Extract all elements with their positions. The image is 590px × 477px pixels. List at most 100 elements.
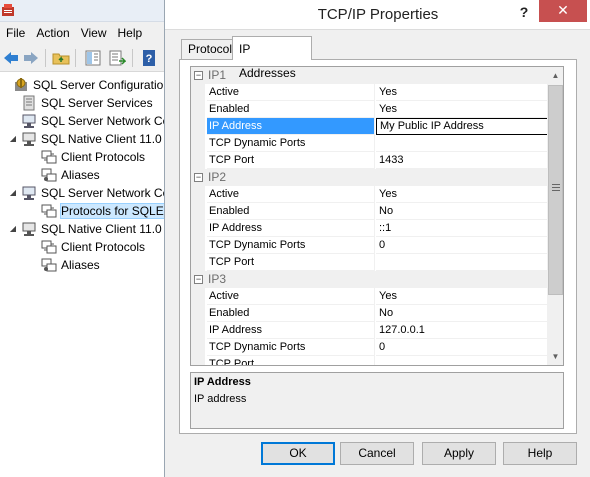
property-row[interactable]: IP Address My Public IP Address bbox=[191, 118, 547, 135]
property-name[interactable]: TCP Port bbox=[207, 254, 375, 271]
tab-ip-addresses[interactable]: IP Addresses bbox=[232, 36, 312, 80]
menu-view[interactable]: View bbox=[75, 22, 112, 44]
property-row[interactable]: TCP Port 1433 bbox=[191, 152, 547, 169]
property-value[interactable]: No bbox=[376, 305, 547, 322]
property-name[interactable]: TCP Dynamic Ports bbox=[207, 237, 375, 254]
property-name[interactable]: TCP Port bbox=[207, 356, 375, 365]
tree-item[interactable]: Aliases bbox=[28, 166, 100, 184]
tree-item[interactable]: Protocols for SQLEXPRESS bbox=[28, 202, 180, 220]
protocols-icon bbox=[41, 150, 57, 164]
description-pane: IP Address IP address bbox=[190, 372, 564, 429]
property-row[interactable]: TCP Port bbox=[191, 254, 547, 271]
property-name[interactable]: Enabled bbox=[207, 203, 375, 220]
tree-item[interactable]: Client Protocols bbox=[28, 148, 145, 166]
property-row[interactable]: Active Yes bbox=[191, 84, 547, 101]
property-row[interactable]: Enabled No bbox=[191, 203, 547, 220]
expand-collapse-icon[interactable]: ◢ bbox=[8, 188, 18, 198]
scroll-up-arrow-icon[interactable]: ▲ bbox=[547, 67, 563, 84]
tree-item[interactable]: SQL Server Configuration Manager (Local) bbox=[0, 76, 180, 94]
property-value[interactable]: Yes bbox=[376, 101, 547, 118]
export-list-icon[interactable] bbox=[108, 49, 126, 67]
property-value[interactable]: 0 bbox=[376, 339, 547, 356]
tree-item-label: SQL Native Client 11.0 Configuration bbox=[41, 222, 180, 236]
property-name[interactable]: Enabled bbox=[207, 305, 375, 322]
property-value[interactable]: ::1 bbox=[376, 220, 547, 237]
close-button[interactable]: ✕ bbox=[539, 0, 587, 22]
up-folder-icon[interactable] bbox=[52, 49, 70, 67]
scrollbar-thumb[interactable] bbox=[548, 85, 563, 295]
property-category[interactable]: − IP2 bbox=[191, 169, 547, 186]
property-row[interactable]: Enabled Yes bbox=[191, 101, 547, 118]
menu-file[interactable]: File bbox=[0, 22, 30, 44]
property-name[interactable]: IP Address bbox=[207, 220, 375, 237]
property-value[interactable]: Yes bbox=[376, 288, 547, 305]
property-row[interactable]: TCP Dynamic Ports bbox=[191, 135, 547, 152]
context-help-button[interactable]: ? bbox=[511, 1, 537, 23]
property-value[interactable]: No bbox=[376, 203, 547, 220]
property-value[interactable]: 1433 bbox=[376, 152, 547, 169]
back-arrow-icon[interactable] bbox=[2, 49, 20, 67]
scroll-down-arrow-icon[interactable]: ▼ bbox=[547, 348, 563, 365]
property-name[interactable]: Enabled bbox=[207, 101, 375, 118]
row-gutter bbox=[191, 339, 205, 356]
help-button[interactable]: Help bbox=[503, 442, 577, 465]
menu-bar: File Action View Help bbox=[0, 22, 180, 44]
cancel-button[interactable]: Cancel bbox=[340, 442, 414, 465]
property-name[interactable]: Active bbox=[207, 84, 375, 101]
property-row[interactable]: Active Yes bbox=[191, 288, 547, 305]
row-gutter bbox=[191, 101, 205, 118]
row-gutter bbox=[191, 118, 205, 135]
property-name[interactable]: TCP Port bbox=[207, 152, 375, 169]
tree-item-label: SQL Server Network Configuration bbox=[41, 186, 180, 200]
help-book-icon[interactable]: ? bbox=[140, 49, 158, 67]
aliases-icon bbox=[41, 168, 57, 182]
tree-item[interactable]: ◢ SQL Native Client 11.0 Configuration (3… bbox=[8, 130, 180, 148]
property-name[interactable]: Active bbox=[207, 186, 375, 203]
property-value[interactable]: Yes bbox=[376, 186, 547, 203]
property-name[interactable]: TCP Dynamic Ports bbox=[207, 339, 375, 356]
show-hide-tree-icon[interactable] bbox=[84, 49, 102, 67]
property-row[interactable]: TCP Dynamic Ports 0 bbox=[191, 237, 547, 254]
property-row[interactable]: Active Yes bbox=[191, 186, 547, 203]
apply-button[interactable]: Apply bbox=[422, 442, 496, 465]
tree-item[interactable]: Aliases bbox=[28, 256, 100, 274]
property-name[interactable]: Active bbox=[207, 288, 375, 305]
property-row[interactable]: IP Address::1 bbox=[191, 220, 547, 237]
vertical-scrollbar[interactable]: ▲ ▼ bbox=[547, 67, 563, 365]
expand-collapse-icon[interactable]: ◢ bbox=[8, 224, 18, 234]
property-name[interactable]: TCP Dynamic Ports bbox=[207, 135, 375, 152]
property-row[interactable]: TCP Dynamic Ports 0 bbox=[191, 339, 547, 356]
tab-protocol[interactable]: Protocol bbox=[181, 39, 233, 59]
property-value[interactable] bbox=[376, 254, 547, 271]
expand-collapse-icon[interactable]: ◢ bbox=[8, 134, 18, 144]
tree-item[interactable]: SQL Server Services bbox=[8, 94, 153, 112]
network-config-icon bbox=[22, 186, 36, 200]
tree-item[interactable]: ◢ SQL Server Network Configuration bbox=[8, 184, 180, 202]
property-value[interactable]: 0 bbox=[376, 237, 547, 254]
forward-arrow-icon[interactable] bbox=[22, 49, 40, 67]
collapse-icon[interactable]: − bbox=[194, 275, 203, 284]
property-row[interactable]: IP Address 127.0.0.1 bbox=[191, 322, 547, 339]
property-row[interactable]: Enabled No bbox=[191, 305, 547, 322]
property-value[interactable]: Yes bbox=[376, 84, 547, 101]
collapse-icon[interactable]: − bbox=[194, 173, 203, 182]
property-value[interactable] bbox=[376, 135, 547, 152]
tree-item[interactable]: ◢ SQL Native Client 11.0 Configuration bbox=[8, 220, 180, 238]
tree-item-label: Aliases bbox=[61, 168, 100, 182]
tree-item[interactable]: SQL Server Network Configuration (32bit) bbox=[8, 112, 180, 130]
property-value[interactable]: 127.0.0.1 bbox=[376, 322, 547, 339]
property-value[interactable] bbox=[376, 356, 547, 365]
property-value-input[interactable]: My Public IP Address bbox=[376, 118, 547, 135]
collapse-icon[interactable]: − bbox=[194, 71, 203, 80]
menu-action[interactable]: Action bbox=[30, 22, 74, 44]
property-name[interactable]: IP Address bbox=[207, 118, 375, 135]
ok-button[interactable]: OK bbox=[261, 442, 335, 465]
property-name[interactable]: IP Address bbox=[207, 322, 375, 339]
property-category[interactable]: − IP3 bbox=[191, 271, 547, 288]
menu-help[interactable]: Help bbox=[112, 22, 148, 44]
dialog-titlebar[interactable]: TCP/IP Properties ? ✕ bbox=[165, 0, 590, 30]
tree-item[interactable]: Client Protocols bbox=[28, 238, 145, 256]
property-row[interactable]: TCP Port bbox=[191, 356, 547, 365]
